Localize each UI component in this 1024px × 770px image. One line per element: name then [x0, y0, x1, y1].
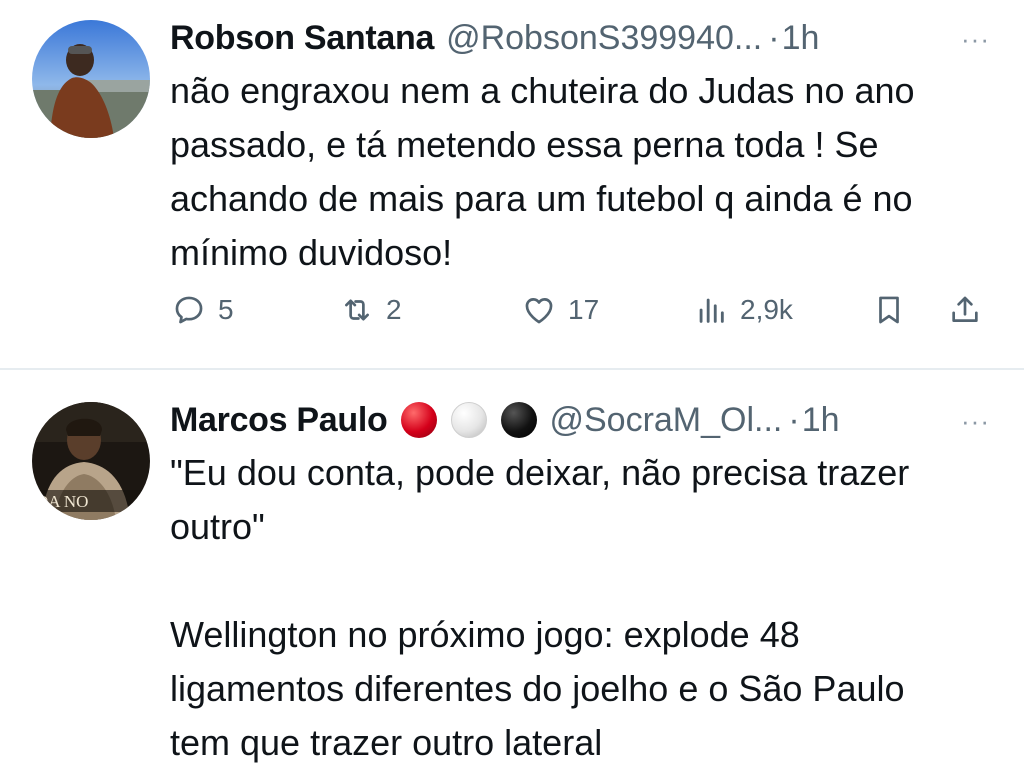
views-count: 2,9k [740, 294, 793, 325]
avatar-caption: OA NO [36, 492, 88, 511]
retweet-count: 2 [386, 294, 402, 325]
tweet-text: "Eu dou conta, pode deixar, não precisa … [170, 452, 910, 763]
retweet-icon [345, 299, 369, 321]
bookmark-button[interactable] [872, 285, 906, 335]
tweet-text: não engraxou nem a chuteira do Judas no … [170, 70, 915, 273]
author-name[interactable]: Marcos Paulo [170, 401, 388, 440]
tweet[interactable]: OA NO Marcos Paulo @SocraM_Ol... · 1h ··… [0, 370, 1024, 763]
like-count: 17 [568, 294, 600, 325]
more-options-icon[interactable]: ··· [961, 408, 990, 434]
retweet-button[interactable]: 2 [340, 285, 402, 335]
share-button[interactable] [948, 285, 982, 335]
like-icon [525, 298, 553, 324]
more-options-icon[interactable]: ··· [961, 26, 990, 52]
avatar[interactable]: OA NO [32, 402, 150, 520]
tweet-header: Robson Santana @RobsonS399940... · 1h ··… [170, 16, 994, 60]
reply-icon [175, 296, 203, 324]
author-name[interactable]: Robson Santana [170, 19, 434, 58]
reply-button[interactable]: 5 [172, 285, 234, 335]
share-icon [952, 296, 978, 322]
black-circle-icon [501, 402, 538, 438]
white-circle-icon [451, 402, 488, 438]
author-handle[interactable]: @RobsonS399940... [446, 19, 762, 58]
bookmark-icon [879, 296, 899, 324]
views-button[interactable]: 2,9k [694, 285, 793, 335]
separator-dot: · [768, 18, 780, 57]
timestamp[interactable]: 1h [802, 401, 840, 440]
tweet[interactable]: Robson Santana @RobsonS399940... · 1h ··… [0, 0, 1024, 370]
views-icon [699, 298, 724, 323]
tweet-actions: 5 2 17 2,9k [0, 285, 1024, 335]
avatar[interactable] [32, 20, 150, 138]
author-handle[interactable]: @SocraM_Ol... [549, 401, 782, 440]
like-button[interactable]: 17 [522, 285, 599, 335]
reply-count: 5 [218, 294, 234, 325]
separator-dot: · [788, 400, 800, 439]
timestamp[interactable]: 1h [782, 19, 820, 58]
red-circle-icon [401, 402, 438, 438]
tweet-header: Marcos Paulo @SocraM_Ol... · 1h ··· [170, 398, 994, 442]
